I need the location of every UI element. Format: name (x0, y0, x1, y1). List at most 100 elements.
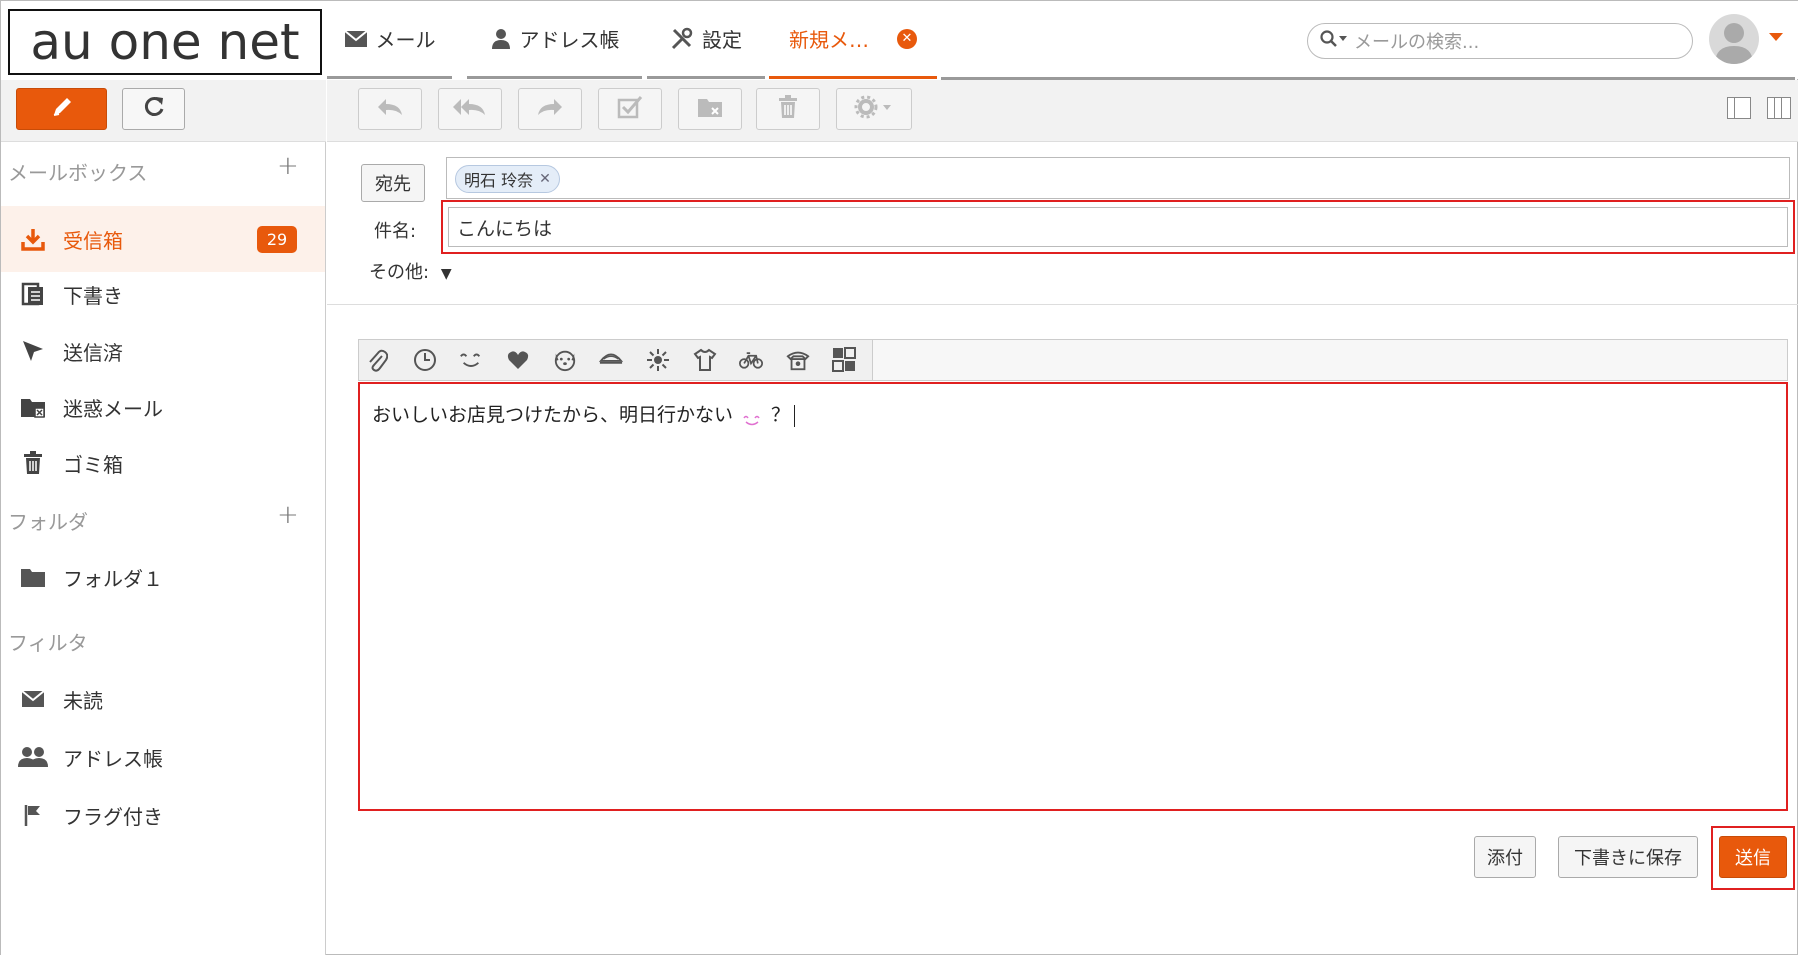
tab-mail[interactable]: メール (327, 1, 452, 79)
refresh-button[interactable] (122, 88, 185, 130)
inbox-download-icon (3, 227, 63, 251)
save-draft-button[interactable]: 下書きに保存 (1558, 836, 1698, 878)
chevron-down-icon[interactable] (1769, 33, 1783, 41)
other-label: その他: (369, 262, 430, 283)
sidebar-item-label: フラグ付き (63, 804, 163, 829)
trash-icon (777, 95, 799, 123)
sidebar-item-drafts[interactable]: 下書き (1, 269, 325, 319)
tab-settings[interactable]: 設定 (647, 1, 765, 79)
flag-icon (3, 803, 63, 827)
attach-icon[interactable] (365, 348, 389, 372)
smile-emoji-icon (743, 410, 761, 425)
emoji-group (359, 340, 873, 380)
reply-icon (376, 97, 404, 121)
tab-label: 新規メ… (789, 28, 869, 52)
person-icon (490, 28, 512, 50)
reply-all-button[interactable] (438, 88, 502, 130)
sidebar-item-label: アドレス帳 (63, 746, 163, 771)
tab-label: 設定 (702, 28, 742, 52)
message-body-editor[interactable]: おいしいお店見つけたから、明日行かない ？ (358, 382, 1788, 811)
sidebar-item-trash[interactable]: ゴミ箱 (1, 438, 325, 488)
search-box[interactable]: メールの検索... (1307, 23, 1693, 59)
food-icon[interactable] (599, 348, 623, 372)
body-text-end: ？ (771, 404, 791, 426)
logo: au one net (8, 9, 322, 75)
reply-all-icon (453, 97, 487, 121)
sidebar-item-address-book[interactable]: アドレス帳 (1, 732, 325, 782)
tab-label: アドレス帳 (519, 28, 620, 52)
sidebar-item-label: フォルダ１ (63, 566, 163, 591)
subject-label: 件名: (374, 221, 417, 242)
search-input[interactable]: メールの検索... (1354, 28, 1479, 54)
subject-input[interactable]: こんにちは (448, 207, 1788, 247)
divider (327, 304, 1798, 305)
sidebar-item-label: ゴミ箱 (63, 452, 123, 477)
tab-new-mail[interactable]: 新規メ… ✕ (769, 1, 937, 79)
pencil-icon (49, 94, 75, 124)
search-icon[interactable] (1320, 30, 1348, 52)
sent-icon (3, 339, 63, 363)
filter-section-title: フィルタ (8, 631, 88, 655)
mailbox-section-title: メールボックス (8, 161, 148, 185)
send-button[interactable]: 送信 (1719, 836, 1787, 878)
recipient-chip[interactable]: 明石 玲奈 ✕ (455, 165, 560, 193)
dog-icon[interactable] (553, 348, 577, 372)
attach-button[interactable]: 添付 (1474, 836, 1536, 878)
sun-icon[interactable] (646, 348, 670, 372)
send-button-highlight: 送信 (1711, 826, 1795, 890)
to-field[interactable]: 明石 玲奈 ✕ (446, 157, 1790, 199)
bicycle-icon[interactable] (739, 348, 763, 372)
spam-icon (3, 395, 63, 419)
header: au one net メール アドレス帳 設定 新規メ… ✕ メールの検索... (1, 1, 1798, 80)
sidebar-item-label: 下書き (63, 283, 123, 308)
sidebar-item-inbox[interactable]: 受信箱 29 (1, 206, 325, 272)
telephone-icon[interactable] (786, 348, 810, 372)
trash-icon (3, 451, 63, 475)
folder-section-title: フォルダ (8, 510, 88, 534)
envelope-icon (3, 690, 63, 708)
sidebar-item-spam[interactable]: 迷惑メール (1, 382, 325, 432)
tools-icon (670, 27, 694, 51)
to-button[interactable]: 宛先 (361, 164, 425, 202)
spam-button[interactable] (678, 88, 742, 130)
mail-app: au one net メール アドレス帳 設定 新規メ… ✕ メールの検索...… (0, 0, 1798, 955)
heart-icon[interactable] (506, 348, 530, 372)
avatar[interactable] (1709, 14, 1759, 64)
gear-icon (854, 95, 894, 123)
subject-field-highlight: こんにちは (441, 200, 1795, 254)
refresh-icon (141, 94, 167, 124)
remove-recipient-icon[interactable]: ✕ (539, 171, 551, 187)
forward-icon (536, 97, 564, 121)
more-actions-button[interactable] (836, 88, 912, 130)
tab-address-book[interactable]: アドレス帳 (467, 1, 642, 79)
other-options-toggle[interactable]: その他: ▼ (369, 258, 452, 284)
mail-icon (343, 29, 368, 48)
compose-button[interactable] (16, 88, 107, 130)
sidebar-item-sent[interactable]: 送信済 (1, 326, 325, 376)
add-folder-icon[interactable]: + (277, 500, 299, 530)
spam-icon (697, 96, 723, 122)
unread-count-badge: 29 (257, 226, 297, 253)
sidebar-item-flagged[interactable]: フラグ付き (1, 790, 325, 840)
clock-icon[interactable] (413, 348, 437, 372)
checkbox-icon (617, 95, 643, 123)
add-mailbox-icon[interactable]: + (277, 151, 299, 181)
close-icon[interactable]: ✕ (897, 28, 917, 49)
text-cursor (794, 404, 796, 427)
sidebar-item-label: 迷惑メール (63, 396, 163, 421)
layout-split-icon[interactable] (1767, 97, 1791, 119)
delete-button[interactable] (756, 88, 820, 130)
folder-icon (3, 566, 63, 588)
emoji-category-icon[interactable] (832, 347, 856, 372)
sidebar-item-folder1[interactable]: フォルダ１ (1, 552, 325, 602)
layout-single-icon[interactable] (1727, 97, 1751, 119)
smile-face-icon[interactable] (459, 348, 483, 372)
forward-button[interactable] (518, 88, 582, 130)
triangle-down-icon: ▼ (440, 266, 452, 282)
message-body-text[interactable]: おいしいお店見つけたから、明日行かない ？ (372, 400, 796, 427)
reply-button[interactable] (358, 88, 422, 130)
sidebar-item-unread[interactable]: 未読 (1, 674, 325, 724)
tshirt-icon[interactable] (693, 348, 717, 372)
sidebar-item-label: 受信箱 (63, 228, 123, 253)
mark-button[interactable] (598, 88, 662, 130)
